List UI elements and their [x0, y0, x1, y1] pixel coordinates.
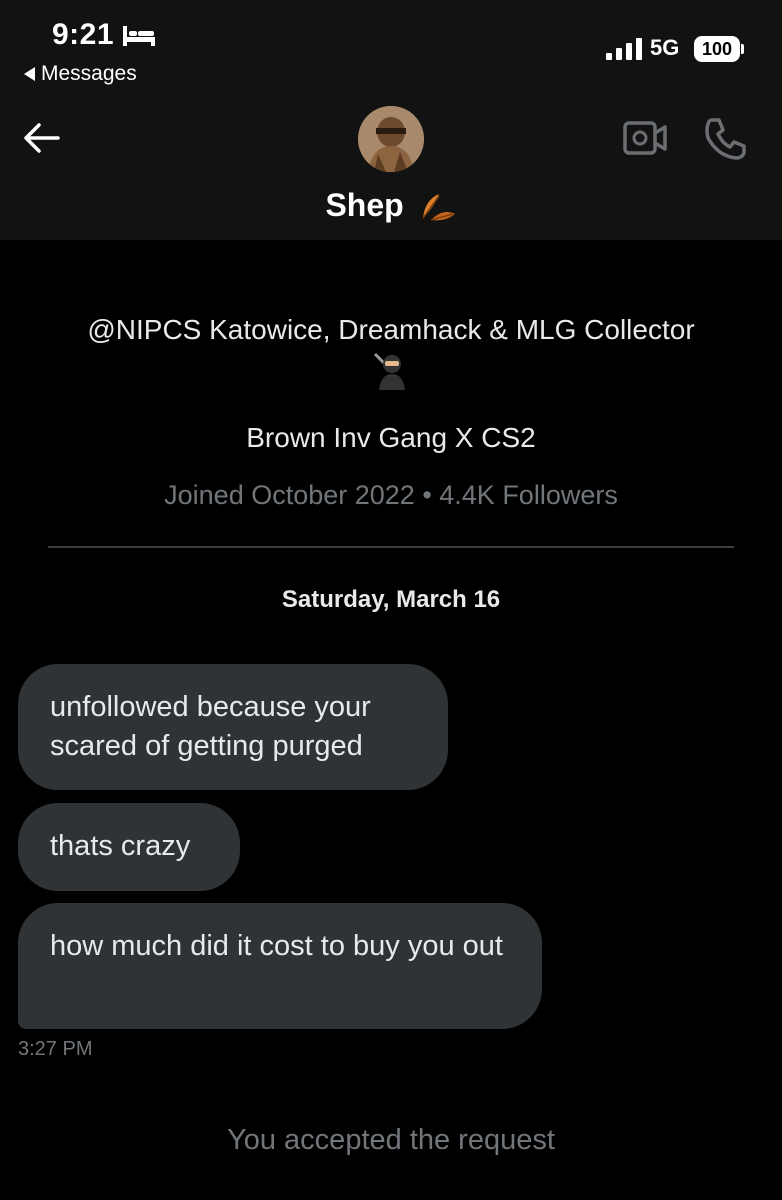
message-timestamp: 3:27 PM: [18, 1038, 93, 1060]
profile-meta: Joined October 2022 • 4.4K Followers: [164, 480, 618, 510]
profile-tagline: Brown Inv Gang X CS2: [246, 422, 536, 453]
leaf-emoji-icon: [421, 194, 455, 221]
message-text: unfollowed because your scared of gettin…: [50, 691, 371, 762]
avatar-image: [358, 106, 424, 172]
message-text: thats crazy: [50, 830, 191, 862]
divider: [48, 546, 734, 548]
ninja-emoji-icon: [373, 352, 405, 390]
avatar[interactable]: [358, 106, 424, 172]
message-bubble[interactable]: unfollowed because your scared of gettin…: [18, 664, 448, 790]
message-bubble[interactable]: how much did it cost to buy you out: [18, 903, 542, 1029]
message-bubble[interactable]: thats crazy: [18, 803, 240, 891]
back-app-label: Messages: [41, 62, 137, 85]
contact-name-text: Shep: [325, 187, 404, 223]
sleep-focus-icon: [123, 26, 155, 46]
video-call-icon[interactable]: [622, 118, 668, 158]
back-arrow-icon[interactable]: [22, 120, 62, 156]
signal-strength-icon: [606, 38, 642, 60]
message-text: how much did it cost to buy you out: [50, 930, 503, 962]
profile-bio: @NIPCS Katowice, Dreamhack & MLG Collect…: [0, 312, 782, 390]
battery-nub: [741, 44, 744, 54]
contact-name[interactable]: Shep: [0, 184, 782, 224]
network-type: 5G: [650, 35, 680, 60]
status-time: 9:21: [52, 18, 115, 51]
date-separator: Saturday, March 16: [281, 586, 501, 613]
back-to-messages-link[interactable]: Messages: [24, 62, 137, 86]
profile-bio-text: @NIPCS Katowice, Dreamhack & MLG Collect…: [87, 314, 695, 345]
request-accepted-note: You accepted the request: [227, 1124, 555, 1156]
battery-level: 100: [701, 38, 733, 59]
back-triangle-icon: [24, 67, 35, 81]
battery-icon: 100: [694, 36, 740, 62]
phone-call-icon[interactable]: [702, 116, 748, 162]
